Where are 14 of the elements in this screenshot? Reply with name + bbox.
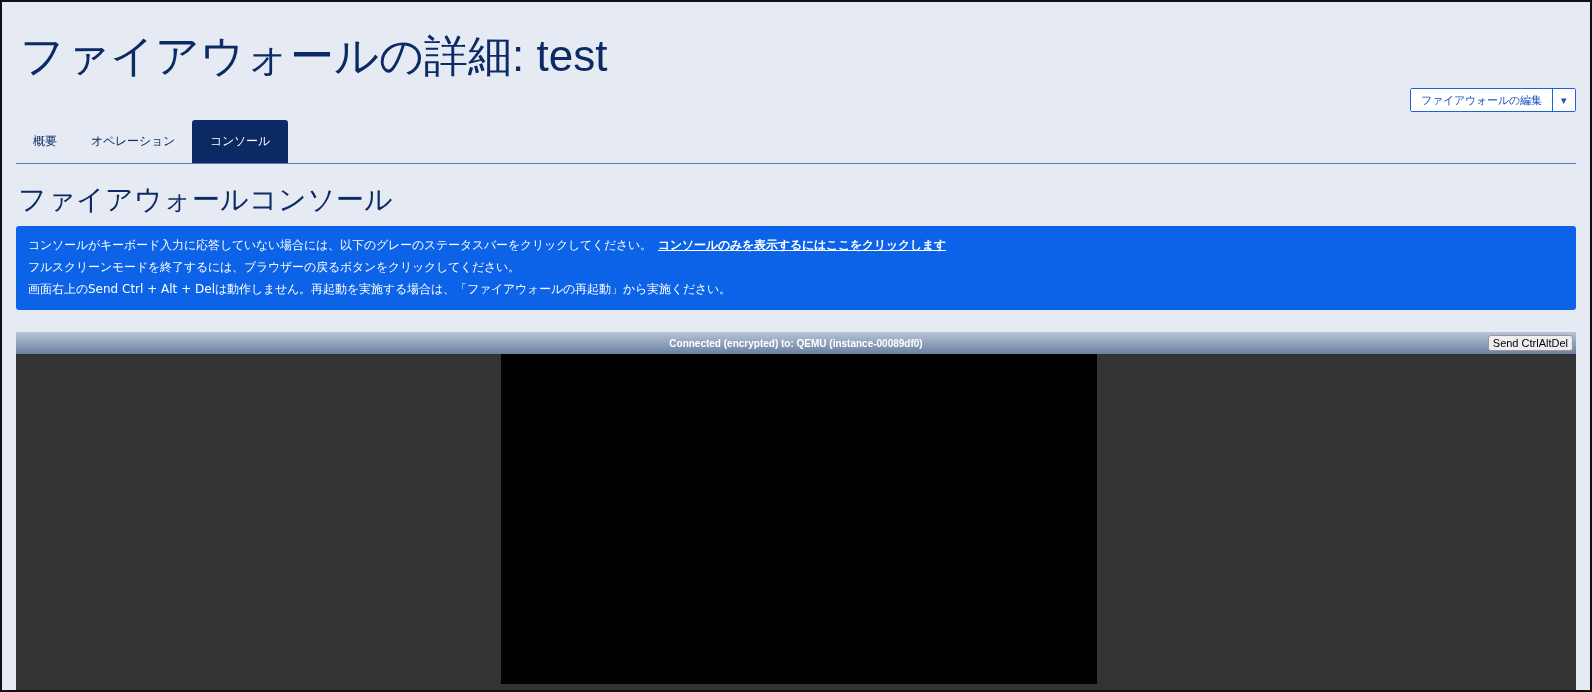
section-title: ファイアウォールコンソール <box>18 182 394 218</box>
tab[interactable]: コンソール <box>192 120 288 163</box>
tab[interactable]: オペレーション <box>74 120 192 163</box>
page-title: ファイアウォールの詳細: test <box>20 30 609 82</box>
tab[interactable]: 概要 <box>16 120 74 163</box>
notice-text: コンソールがキーボード入力に応答していない場合には、以下のグレーのステータスバーをクリックしてください。 <box>28 237 652 254</box>
console-only-link[interactable]: コンソールのみを表示するにはここをクリックします <box>658 237 946 254</box>
notice-text: 画面右上のSend Ctrl + Alt + Delは動作しません。再起動を実施する場合は、「ファイアウォールの再起動」から実施ください。 <box>28 281 731 298</box>
status-bar[interactable]: Connected (encrypted) to: QEMU (instance-00089df0) Send CtrlAltDel <box>16 332 1576 354</box>
send-ctrl-alt-del-button[interactable]: Send CtrlAltDel <box>1487 335 1573 351</box>
console-screen[interactable] <box>501 354 1097 684</box>
notice-text: フルスクリーンモードを終了するには、ブラウザーの戻るボタンをクリックしてください。 <box>28 259 520 276</box>
connection-status: Connected (encrypted) to: QEMU (instance-00089df0) <box>669 337 923 349</box>
edit-firewall-button[interactable]: ファイアウォールの編集 <box>1411 89 1553 111</box>
